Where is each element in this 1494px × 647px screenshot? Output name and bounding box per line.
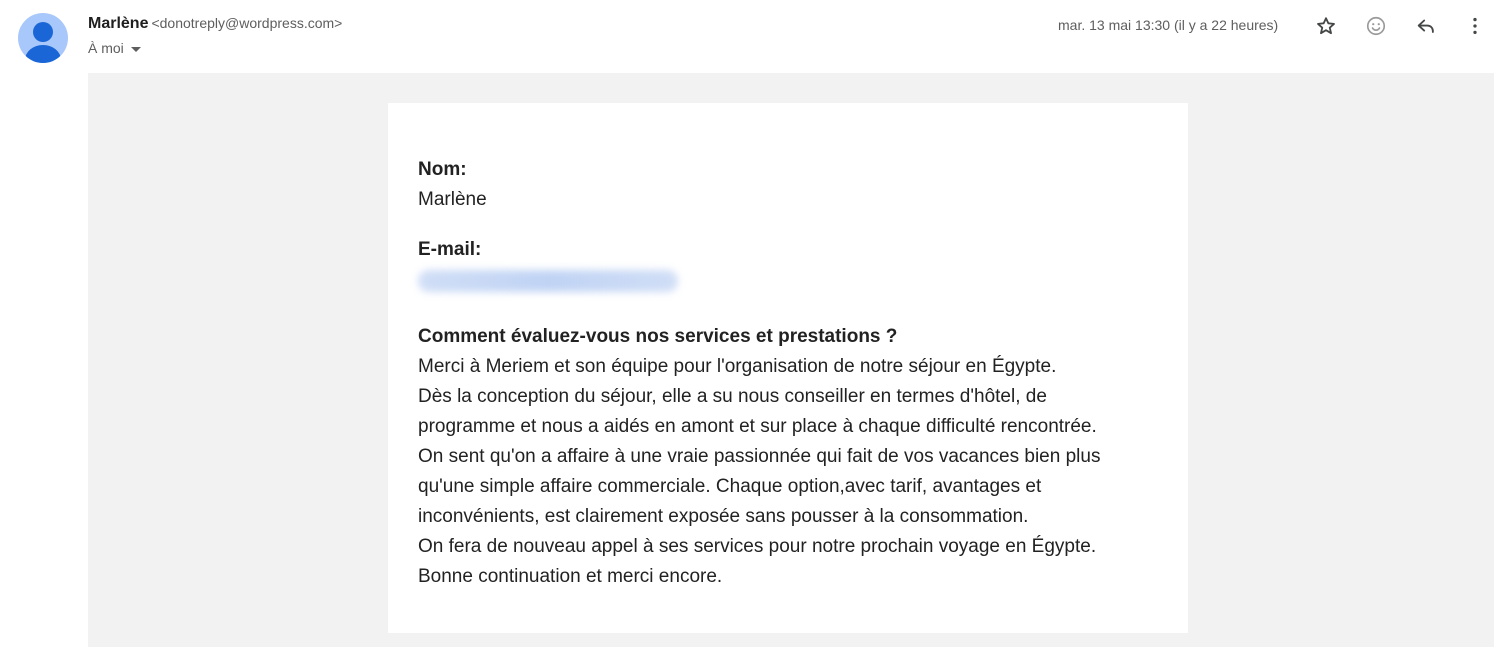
reply-button[interactable] (1406, 12, 1446, 40)
message-body-area: Nom: Marlène E-mail: Comment évaluez-vou… (88, 73, 1494, 647)
star-button[interactable] (1306, 12, 1346, 40)
avatar-body (25, 45, 61, 63)
reply-icon (1417, 19, 1434, 33)
answer-text: Merci à Meriem et son équipe pour l'orga… (418, 352, 1158, 592)
question-label: Comment évaluez-vous nos services et pre… (418, 326, 898, 347)
recipient-label: À moi (88, 40, 124, 56)
answer-line: inconvénients, est clairement exposée sa… (418, 506, 1029, 527)
recipient-dropdown[interactable]: À moi (88, 40, 141, 56)
message-header: Marlène <donotreply@wordpress.com> À moi … (0, 0, 1494, 73)
add-reaction-button[interactable] (1356, 12, 1396, 40)
email-value-redacted (418, 265, 1158, 302)
email-card: Nom: Marlène E-mail: Comment évaluez-vou… (388, 103, 1188, 633)
more-vertical-icon (1473, 17, 1477, 35)
answer-line: programme et nous a aidés en amont et su… (418, 416, 1097, 437)
answer-line: Dès la conception du séjour, elle a su n… (418, 386, 1047, 407)
name-label: Nom: (418, 159, 467, 180)
form-submission: Nom: Marlène E-mail: Comment évaluez-vou… (418, 155, 1158, 612)
email-label: E-mail: (418, 239, 482, 260)
answer-line: Merci à Meriem et son équipe pour l'orga… (418, 356, 1057, 377)
star-icon (1317, 17, 1335, 35)
sender-email: <donotreply@wordpress.com> (151, 15, 343, 31)
sender-avatar[interactable] (18, 13, 68, 63)
chevron-down-icon (130, 46, 141, 52)
email-field: E-mail: (418, 235, 1158, 302)
avatar-head (33, 22, 53, 42)
answer-line: Bonne continuation et merci encore. (418, 566, 723, 587)
answer-line: qu'une simple affaire commerciale. Chaqu… (418, 476, 1042, 497)
rating-field: Comment évaluez-vous nos services et pre… (418, 322, 1158, 592)
answer-line: On sent qu'on a affaire à une vraie pass… (418, 446, 1101, 467)
more-options-button[interactable] (1455, 12, 1494, 40)
message-date: mar. 13 mai 13:30 (il y a 22 heures) (1058, 17, 1279, 33)
answer-line: On fera de nouveau appel à ses services … (418, 536, 1097, 557)
name-value: Marlène (418, 189, 487, 210)
sender-name[interactable]: Marlène (88, 15, 148, 32)
sender-line: Marlène <donotreply@wordpress.com> (88, 15, 342, 33)
redacted-email-blur (418, 270, 678, 292)
name-field: Nom: Marlène (418, 155, 1158, 215)
emoji-reaction-icon (1366, 16, 1386, 36)
